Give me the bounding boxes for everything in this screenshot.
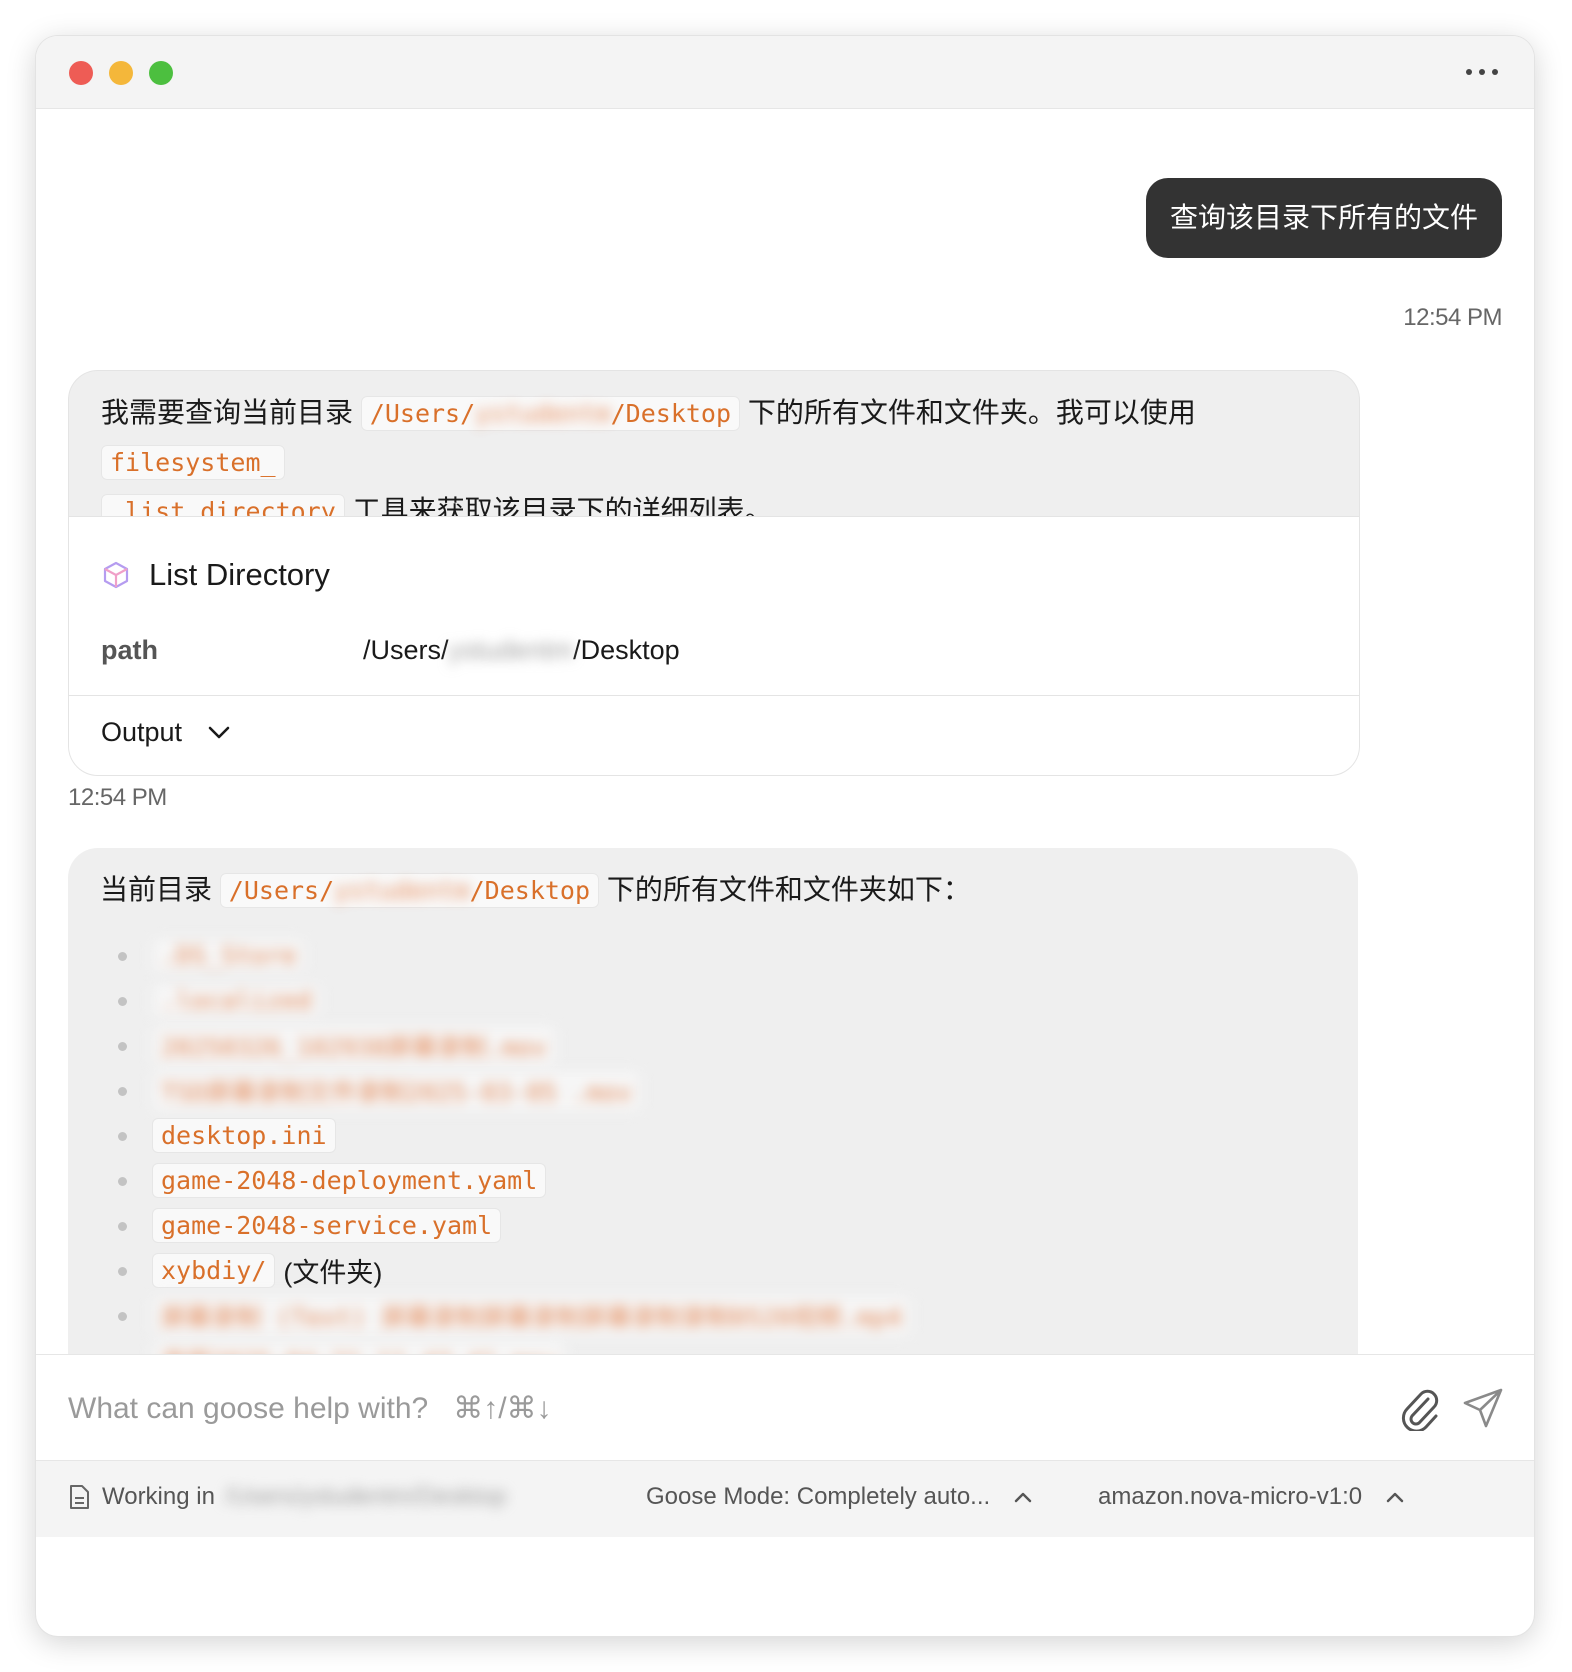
- status-bar: Working in /Users/ystudentm/Desktop Goos…: [36, 1460, 1534, 1537]
- inline-code-path: /Users/ystudentm/Desktop: [219, 873, 600, 908]
- file-name: game-2048-deployment.yaml: [152, 1163, 547, 1198]
- assistant-message-1-timestamp: 12:54 PM: [68, 784, 167, 811]
- working-directory[interactable]: Working in /Users/ystudentm/Desktop: [68, 1483, 506, 1511]
- file-list-item: desktop.ini: [118, 1113, 1358, 1158]
- more-options-button[interactable]: [1464, 58, 1500, 86]
- inline-code-path: /Users/ystudentm/Desktop: [360, 396, 741, 431]
- file-list-item: game-2048-deployment.yaml: [118, 1158, 1358, 1203]
- file-list-item: xybdiy/(文件夹): [118, 1248, 1358, 1293]
- file-name: xybdiy/: [152, 1253, 276, 1288]
- file-list-item: .DS_Store: [118, 933, 1358, 978]
- divider: [69, 695, 1359, 696]
- chevron-up-icon: [1014, 1492, 1032, 1503]
- model-selector[interactable]: amazon.nova-micro-v1:0: [1098, 1483, 1404, 1511]
- send-icon[interactable]: [1462, 1387, 1504, 1429]
- assistant-message-2-intro: 当前目录 /Users/ystudentm/Desktop 下的所有文件和文件夹…: [68, 848, 1358, 915]
- file-list-item: 20250326_102938屏幕录制.mov: [118, 1023, 1358, 1068]
- inline-code-tool: filesystem_: [101, 445, 285, 480]
- redacted-username: ystudentm: [475, 399, 611, 428]
- tool-call-title: List Directory: [149, 557, 330, 592]
- user-message-timestamp: 12:54 PM: [1403, 304, 1502, 331]
- app-window: 查询该目录下所有的文件 12:54 PM 我需要查询当前目录 /Users/ys…: [36, 36, 1534, 1636]
- more-icon: [1466, 69, 1498, 75]
- model-label: amazon.nova-micro-v1:0: [1098, 1483, 1363, 1510]
- file-list-item: TSD屏幕录制文件录制2025-03-05 .mov: [118, 1068, 1358, 1113]
- redacted-working-path: /Users/ystudentm/Desktop: [224, 1483, 507, 1510]
- chat-area[interactable]: 查询该目录下所有的文件 12:54 PM 我需要查询当前目录 /Users/ys…: [36, 108, 1534, 1478]
- assistant-message-1: 我需要查询当前目录 /Users/ystudentm/Desktop 下的所有文…: [68, 370, 1360, 776]
- user-message-bubble: 查询该目录下所有的文件: [1145, 178, 1502, 258]
- chat-input-bar: [36, 1354, 1534, 1461]
- minimize-window-button[interactable]: [109, 61, 133, 85]
- zoom-window-button[interactable]: [149, 61, 173, 85]
- redacted-username: ystudentm: [334, 876, 470, 905]
- goose-mode-selector[interactable]: Goose Mode: Completely auto...: [646, 1483, 1032, 1511]
- file-list-item: 屏幕录制 (Text) 屏幕录制屏幕录制屏幕录制录制0520视频.mp4: [118, 1293, 1358, 1338]
- tool-call-card: List Directory path /Users/ystudentm/Des…: [69, 516, 1359, 775]
- chevron-up-icon: [1386, 1492, 1404, 1503]
- redacted-file-name: 屏幕录制 (Text) 屏幕录制屏幕录制屏幕录制录制0520视频.mp4: [152, 1294, 911, 1337]
- file-name: desktop.ini: [152, 1118, 336, 1153]
- file-list-item: game-2048-service.yaml: [118, 1203, 1358, 1248]
- file-type-label: (文件夹): [283, 1258, 383, 1288]
- chevron-down-icon: [208, 726, 230, 738]
- tool-output-label: Output: [101, 717, 183, 747]
- chat-input[interactable]: [66, 1391, 1270, 1427]
- redacted-username: ystudentm: [448, 635, 574, 665]
- cube-icon: [103, 561, 129, 589]
- close-window-button[interactable]: [69, 61, 93, 85]
- assistant-message-1-text: 我需要查询当前目录 /Users/ystudentm/Desktop 下的所有文…: [69, 371, 1359, 536]
- file-list-item: .localized: [118, 978, 1358, 1023]
- title-bar: [36, 36, 1534, 109]
- working-label: Working in: [102, 1483, 215, 1510]
- redacted-file-name: TSD屏幕录制文件录制2025-03-05 .mov: [152, 1069, 641, 1112]
- file-name: game-2048-service.yaml: [152, 1208, 502, 1243]
- attach-icon[interactable]: [1398, 1385, 1440, 1431]
- tool-output-toggle[interactable]: Output: [101, 717, 230, 748]
- redacted-file-name: .DS_Store: [152, 938, 306, 973]
- tool-param-value: /Users/ystudentm/Desktop: [363, 635, 680, 665]
- redacted-file-name: 20250326_102938屏幕录制.mov: [152, 1024, 556, 1067]
- tool-param-key: path: [101, 635, 158, 665]
- tool-call-header: List Directory: [101, 557, 330, 593]
- goose-mode-label: Goose Mode: Completely auto...: [646, 1483, 991, 1510]
- redacted-file-name: .localized: [152, 983, 321, 1018]
- document-icon: [70, 1485, 89, 1509]
